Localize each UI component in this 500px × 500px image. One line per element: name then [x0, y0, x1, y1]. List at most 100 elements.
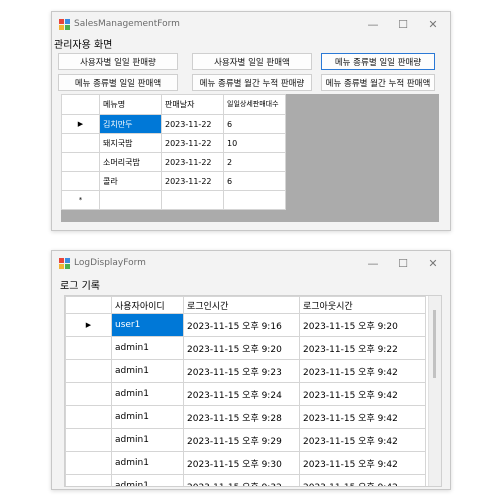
row-marker	[61, 133, 100, 153]
table-row[interactable]: admin1 2023-11-15 오후 9:30 2023-11-15 오후 …	[65, 451, 426, 475]
log-titlebar[interactable]: LogDisplayForm — ☐ ✕	[52, 251, 450, 275]
table-row[interactable]: admin1 2023-11-15 오후 9:28 2023-11-15 오후 …	[65, 405, 426, 429]
row-marker	[61, 171, 100, 191]
row-marker	[65, 359, 112, 383]
log-table: 사용자아이디 로그인시간 로그아웃시간 ▶ user1 2023-11-15 오…	[65, 296, 426, 486]
table-cell[interactable]: 2023-11-22	[161, 133, 224, 153]
column-header-login-time[interactable]: 로그인시간	[183, 296, 300, 314]
row-marker	[65, 336, 112, 360]
vertical-scrollbar[interactable]	[428, 296, 441, 486]
table-cell[interactable]: 2023-11-22	[161, 114, 224, 134]
row-marker	[65, 474, 112, 486]
table-cell[interactable]: 10	[223, 133, 286, 153]
window-title: SalesManagementForm	[74, 19, 180, 29]
table-cell[interactable]: 2023-11-15 오후 9:42	[299, 405, 426, 429]
menu-monthly-cumulative-qty-button[interactable]: 메뉴 종류별 월간 누적 판매량	[192, 74, 312, 91]
table-row[interactable]: ▶ user1 2023-11-15 오후 9:16 2023-11-15 오후…	[65, 313, 426, 337]
column-header-daily-count[interactable]: 일일상세판매대수	[223, 94, 286, 115]
minimize-button[interactable]: —	[358, 251, 388, 275]
sales-table: 메뉴명 판매날자 일일상세판매대수 ▶ 김치만두 2023-11-22 6 돼지…	[61, 94, 286, 210]
table-cell[interactable]: 돼지국밥	[99, 133, 162, 153]
table-row[interactable]: 돼지국밥 2023-11-22 10	[61, 133, 286, 153]
column-header-logout-time[interactable]: 로그아웃시간	[299, 296, 426, 314]
row-marker	[61, 152, 100, 172]
table-row[interactable]: admin1 2023-11-15 오후 9:23 2023-11-15 오후 …	[65, 359, 426, 383]
table-row[interactable]: 소머리국밥 2023-11-22 2	[61, 152, 286, 172]
table-cell[interactable]: admin1	[111, 428, 184, 452]
form-app-icon	[59, 257, 70, 269]
table-cell[interactable]: 2023-11-15 오후 9:23	[183, 359, 300, 383]
close-button[interactable]: ✕	[418, 251, 448, 275]
table-cell[interactable]: 2023-11-15 오후 9:42	[299, 359, 426, 383]
table-cell[interactable]: 2023-11-15 오후 9:42	[299, 451, 426, 475]
row-marker: ▶	[61, 114, 100, 134]
table-cell[interactable]: 2023-11-22	[161, 171, 224, 191]
table-cell[interactable]: 2	[223, 152, 286, 172]
window-title: LogDisplayForm	[74, 258, 146, 268]
table-cell[interactable]: 2023-11-15 오후 9:24	[183, 382, 300, 406]
user-daily-sales-qty-button[interactable]: 사용자별 일일 판매량	[58, 53, 178, 70]
table-row[interactable]: admin1 2023-11-15 오후 9:29 2023-11-15 오후 …	[65, 428, 426, 452]
table-cell[interactable]	[223, 190, 286, 210]
table-row[interactable]: 콜라 2023-11-22 6	[61, 171, 286, 191]
table-cell[interactable]: 6	[223, 171, 286, 191]
row-marker	[65, 451, 112, 475]
table-cell[interactable]: 콜라	[99, 171, 162, 191]
row-marker	[65, 428, 112, 452]
table-cell[interactable]: admin1	[111, 359, 184, 383]
row-marker	[65, 405, 112, 429]
corner-cell	[65, 296, 112, 314]
minimize-button[interactable]: —	[358, 12, 388, 36]
maximize-button[interactable]: ☐	[388, 12, 418, 36]
table-cell[interactable]: 6	[223, 114, 286, 134]
table-cell[interactable]: admin1	[111, 382, 184, 406]
row-marker	[65, 382, 112, 406]
table-cell[interactable]: 2023-11-15 오후 9:42	[299, 382, 426, 406]
table-cell[interactable]: admin1	[111, 405, 184, 429]
table-cell[interactable]: 2023-11-22	[161, 152, 224, 172]
column-header-menu[interactable]: 메뉴명	[99, 94, 162, 115]
menu-monthly-cumulative-amount-button[interactable]: 메뉴 종류별 월간 누적 판매액	[321, 74, 435, 91]
log-data-grid[interactable]: 사용자아이디 로그인시간 로그아웃시간 ▶ user1 2023-11-15 오…	[64, 295, 442, 487]
table-cell[interactable]	[161, 190, 224, 210]
table-cell[interactable]	[99, 190, 162, 210]
table-cell[interactable]: 2023-11-15 오후 9:32	[183, 474, 300, 486]
column-header-date[interactable]: 판매날자	[161, 94, 224, 115]
table-row[interactable]: ▶ 김치만두 2023-11-22 6	[61, 114, 286, 134]
table-row[interactable]: admin1 2023-11-15 오후 9:24 2023-11-15 오후 …	[65, 382, 426, 406]
log-display-window: LogDisplayForm — ☐ ✕ 로그 기록 사용자아이디 로그인시간 …	[51, 250, 451, 490]
table-cell[interactable]: admin1	[111, 474, 184, 486]
table-cell[interactable]: 2023-11-15 오후 9:22	[299, 336, 426, 360]
row-marker: ▶	[65, 313, 112, 337]
sales-data-grid[interactable]: 메뉴명 판매날자 일일상세판매대수 ▶ 김치만두 2023-11-22 6 돼지…	[61, 94, 439, 222]
new-row[interactable]: *	[61, 190, 286, 210]
table-cell[interactable]: 2023-11-15 오후 9:20	[183, 336, 300, 360]
corner-cell	[61, 94, 100, 115]
table-cell[interactable]: 2023-11-15 오후 9:16	[183, 313, 300, 337]
table-row[interactable]: admin1 2023-11-15 오후 9:32 2023-11-15 오후 …	[65, 474, 426, 486]
table-cell[interactable]: user1	[111, 313, 184, 337]
table-cell[interactable]: 2023-11-15 오후 9:42	[299, 428, 426, 452]
table-cell[interactable]: 2023-11-15 오후 9:42	[299, 474, 426, 486]
close-button[interactable]: ✕	[418, 12, 448, 36]
sales-titlebar[interactable]: SalesManagementForm — ☐ ✕	[52, 12, 450, 36]
sales-management-window: SalesManagementForm — ☐ ✕ 관리자용 화면 사용자별 일…	[51, 11, 451, 231]
menu-daily-sales-amount-button[interactable]: 메뉴 종류별 일일 판매액	[58, 74, 178, 91]
table-cell[interactable]: 2023-11-15 오후 9:28	[183, 405, 300, 429]
column-header-user-id[interactable]: 사용자아이디	[111, 296, 184, 314]
table-row[interactable]: admin1 2023-11-15 오후 9:20 2023-11-15 오후 …	[65, 336, 426, 360]
menu-daily-sales-qty-button[interactable]: 메뉴 종류별 일일 판매량	[321, 53, 435, 70]
section-label: 관리자용 화면	[54, 40, 113, 51]
scrollbar-thumb[interactable]	[433, 310, 436, 378]
table-cell[interactable]: 2023-11-15 오후 9:20	[299, 313, 426, 337]
table-header-row: 메뉴명 판매날자 일일상세판매대수	[61, 94, 286, 115]
table-cell[interactable]: admin1	[111, 451, 184, 475]
table-cell[interactable]: 김치만두	[99, 114, 162, 134]
table-cell[interactable]: 2023-11-15 오후 9:29	[183, 428, 300, 452]
maximize-button[interactable]: ☐	[388, 251, 418, 275]
table-cell[interactable]: admin1	[111, 336, 184, 360]
form-app-icon	[59, 18, 70, 30]
table-cell[interactable]: 2023-11-15 오후 9:30	[183, 451, 300, 475]
table-cell[interactable]: 소머리국밥	[99, 152, 162, 172]
user-daily-sales-amount-button[interactable]: 사용자별 일일 판매액	[192, 53, 312, 70]
